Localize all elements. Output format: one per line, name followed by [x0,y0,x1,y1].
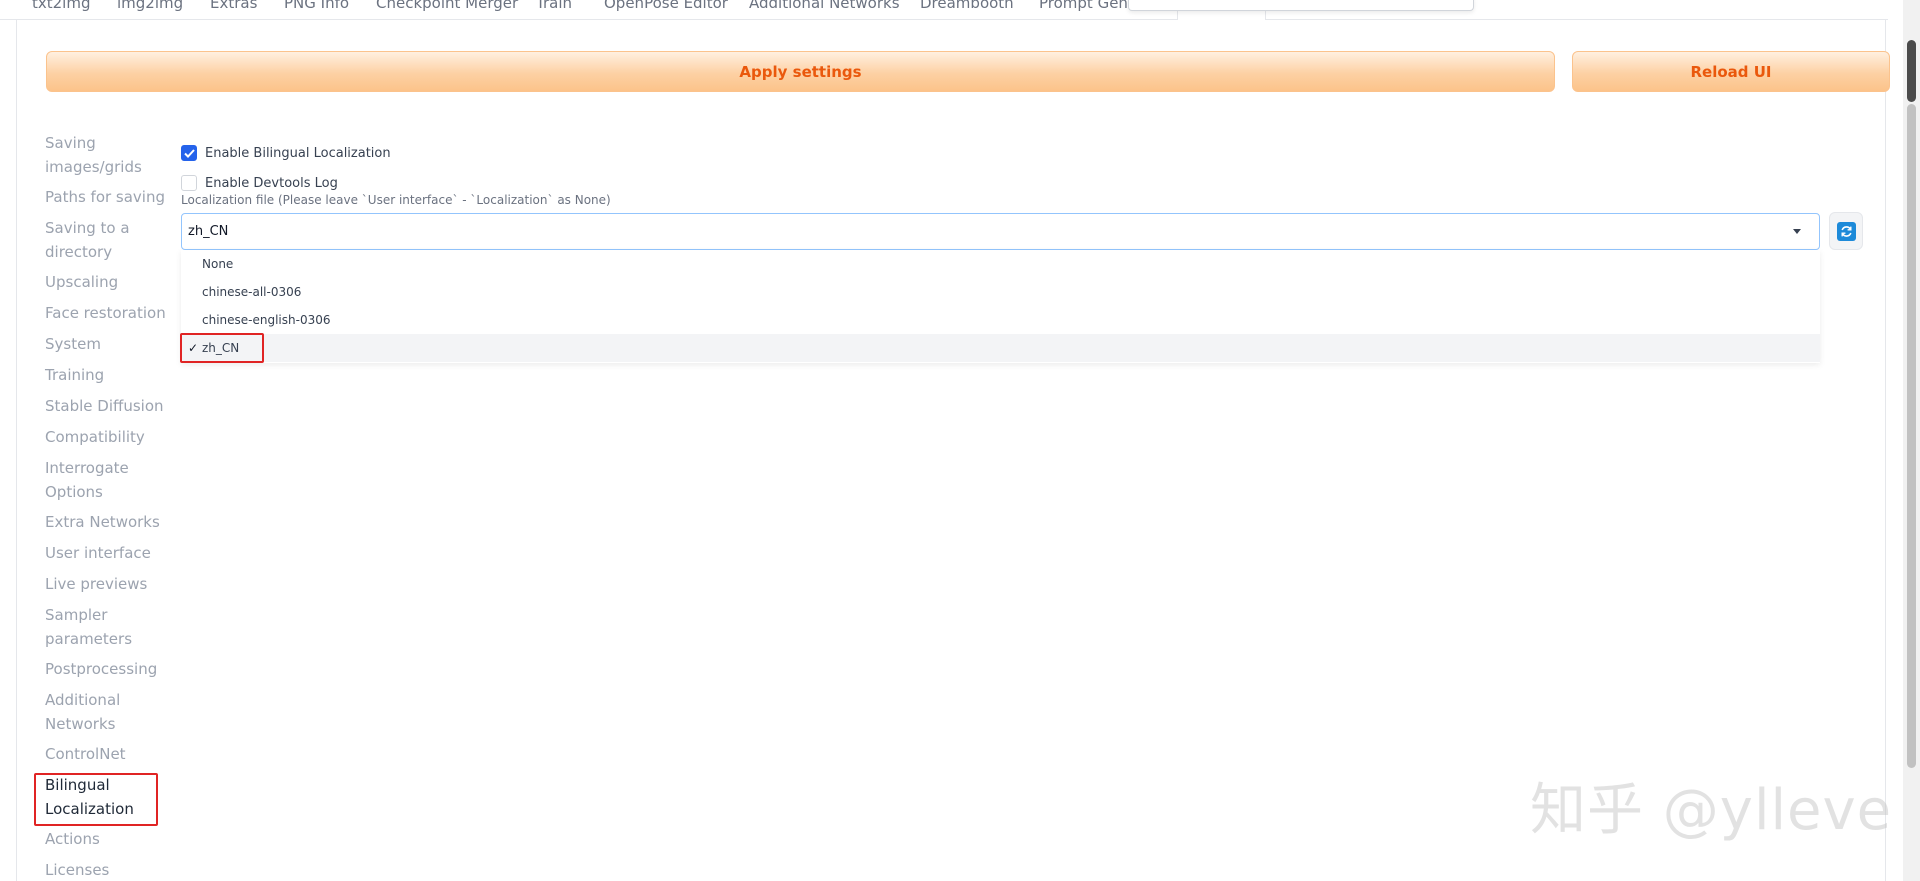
enable-devtools-log-label: Enable Devtools Log [205,175,338,191]
sidebar-item-training[interactable]: Training [45,363,104,387]
tab-checkpoint-merger[interactable]: Checkpoint Merger [376,0,518,12]
tab-dreambooth[interactable]: Dreambooth [920,0,1014,12]
option-zh-cn-label: zh_CN [202,341,240,355]
zhihu-watermark: 知乎 @ylleve [1530,778,1893,843]
refresh-icon [1836,221,1856,241]
sidebar-item-postprocessing[interactable]: Postprocessing [45,657,157,681]
option-chinese-all-0306[interactable]: chinese-all-0306 [181,278,1820,306]
tab-prompt-generator[interactable]: Prompt Gene [1039,0,1137,12]
localization-file-label: Localization file (Please leave `User in… [181,193,611,207]
tab-overflow-popup [1128,0,1474,11]
sidebar-item-saving-images-grids[interactable]: Saving images/grids [45,131,155,179]
scrollbar-thumb[interactable] [1907,40,1916,102]
tab-additional-networks[interactable]: Additional Networks [749,0,900,12]
tab-txt2img[interactable]: txt2img [32,0,90,12]
sidebar-item-saving-to-directory[interactable]: Saving to a directory [45,216,135,264]
sidebar-item-face-restoration[interactable]: Face restoration [45,301,166,325]
sidebar-item-interrogate-options[interactable]: Interrogate Options [45,456,135,504]
localization-file-dropdown[interactable]: zh_CN [181,213,1820,250]
reload-ui-button[interactable]: Reload UI [1572,51,1890,92]
enable-bilingual-localization-row[interactable]: Enable Bilingual Localization [181,145,391,161]
enable-devtools-log-row[interactable]: Enable Devtools Log [181,175,338,191]
option-chinese-english-0306[interactable]: chinese-english-0306 [181,306,1820,334]
tab-img2img[interactable]: img2img [117,0,183,12]
tab-train[interactable]: Train [536,0,572,12]
sidebar-item-additional-networks[interactable]: Additional Networks [45,688,135,736]
option-zh-cn[interactable]: ✓ zh_CN [181,334,1820,362]
sidebar-item-bilingual-localization[interactable]: Bilingual Localization [45,773,135,821]
scrollbar-track-fill [1907,104,1916,768]
sidebar-item-upscaling[interactable]: Upscaling [45,270,118,294]
option-none[interactable]: None [181,250,1820,278]
sidebar-item-controlnet[interactable]: ControlNet [45,742,126,766]
localization-file-value: zh_CN [188,224,229,239]
page-scrollbar[interactable] [1903,0,1920,881]
localization-options-list: None chinese-all-0306 chinese-english-03… [181,250,1820,363]
refresh-button[interactable] [1829,212,1863,250]
sidebar-item-user-interface[interactable]: User interface [45,541,151,565]
enable-bilingual-localization-label: Enable Bilingual Localization [205,145,391,161]
sidebar-item-actions[interactable]: Actions [45,827,100,851]
checkmark-icon: ✓ [188,341,199,355]
caret-down-icon [1793,229,1801,234]
sidebar-item-stable-diffusion[interactable]: Stable Diffusion [45,394,164,418]
top-tab-bar: txt2img img2img Extras PNG Info Checkpoi… [0,0,1888,20]
apply-settings-button[interactable]: Apply settings [46,51,1555,92]
sidebar-item-live-previews[interactable]: Live previews [45,572,147,596]
sidebar-item-licenses[interactable]: Licenses [45,858,109,881]
sidebar-item-compatibility[interactable]: Compatibility [45,425,145,449]
sidebar-item-paths-for-saving[interactable]: Paths for saving [45,185,165,209]
tab-extras[interactable]: Extras [210,0,257,12]
sidebar-item-extra-networks[interactable]: Extra Networks [45,510,160,534]
checkbox-checked-icon[interactable] [181,145,197,161]
sidebar-item-system[interactable]: System [45,332,101,356]
checkbox-unchecked-icon[interactable] [181,175,197,191]
tab-openpose-editor[interactable]: OpenPose Editor [604,0,728,12]
tab-png-info[interactable]: PNG Info [284,0,349,12]
sidebar-item-sampler-parameters[interactable]: Sampler parameters [45,603,135,651]
